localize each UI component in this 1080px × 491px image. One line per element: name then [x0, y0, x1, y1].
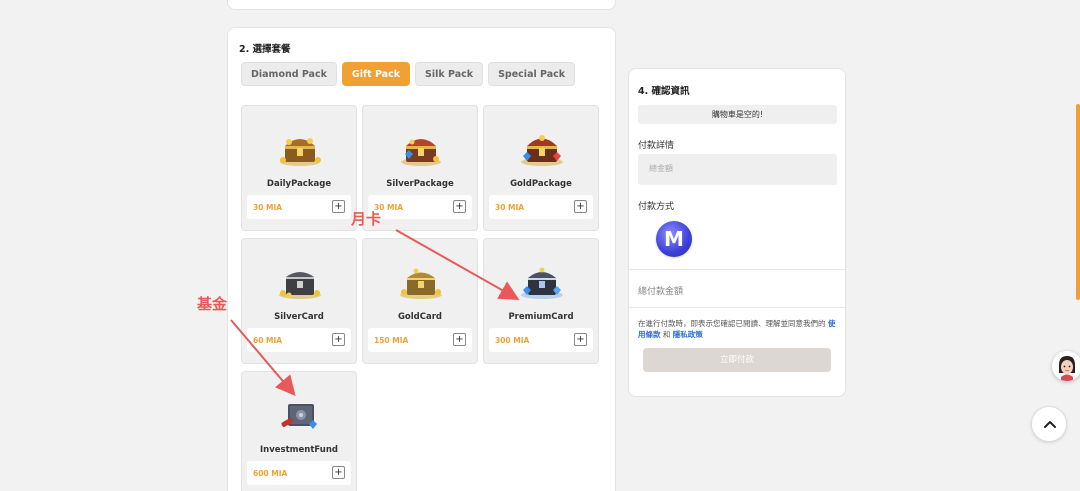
package-name: PremiumCard — [508, 312, 574, 322]
terms-and: 和 — [662, 330, 671, 339]
divider — [629, 307, 845, 308]
package-selection-card: 2. 選擇套餐 Diamond Pack Gift Pack Silk Pack… — [227, 27, 616, 491]
section-title: 2. 選擇套餐 — [239, 44, 291, 55]
buy-row: 150 MIA + — [368, 328, 472, 352]
package-price: 150 MIA — [374, 336, 409, 345]
buy-row: 60 MIA + — [247, 328, 351, 352]
support-avatar-button[interactable] — [1052, 351, 1080, 381]
add-to-cart-button[interactable]: + — [574, 200, 587, 213]
package-name: GoldCard — [397, 312, 443, 322]
tab-gift-pack[interactable]: Gift Pack — [341, 62, 411, 86]
terms-text: 在進行付款時，即表示您確認已閱讀、理解並同意我們的 使用條款 和 隱私政策 — [638, 318, 838, 340]
avatar-icon — [1052, 351, 1080, 381]
confirm-info-card: 4. 確認資訊 購物車是空的! 付款詳情 總金額 付款方式 M 總付款金額 在進… — [628, 68, 846, 397]
privacy-policy-link[interactable]: 隱私政策 — [673, 330, 703, 339]
package-name: SilverCard — [274, 312, 324, 322]
terms-prefix: 在進行付款時，即表示您確認已閱讀、理解並同意我們的 — [638, 319, 826, 328]
scroll-to-top-button[interactable] — [1031, 406, 1067, 442]
cart-empty-message: 購物車是空的! — [638, 105, 837, 124]
package-card-silvercard[interactable]: SilverCard 60 MIA + — [241, 238, 357, 364]
silver-chest-icon — [279, 272, 321, 299]
divider — [629, 269, 845, 270]
package-name: GoldPackage — [510, 179, 572, 189]
previous-section-card — [227, 0, 616, 10]
buy-row: 600 MIA + — [247, 461, 351, 485]
buy-row: 30 MIA + — [368, 195, 472, 219]
investment-safe-icon — [281, 404, 317, 429]
package-name: SilverPackage — [386, 179, 454, 189]
gold-chest-icon — [400, 268, 442, 299]
treasure-chest-gems-icon — [401, 139, 441, 166]
add-to-cart-button[interactable]: + — [453, 333, 466, 346]
package-card-daily[interactable]: DailyPackage 30 MIA + — [241, 105, 357, 231]
treasure-chest-gold-icon — [280, 138, 321, 166]
package-name: InvestmentFund — [260, 445, 338, 455]
package-card-gold[interactable]: GoldPackage 30 MIA + — [483, 105, 599, 231]
scrollbar-thumb[interactable] — [1076, 104, 1080, 300]
mia-payment-icon[interactable]: M — [656, 221, 692, 257]
package-price: 30 MIA — [253, 203, 283, 212]
chevron-up-icon — [1044, 421, 1056, 428]
add-to-cart-button[interactable]: + — [332, 466, 345, 479]
total-amount-box: 總金額 — [638, 154, 837, 185]
package-card-goldcard[interactable]: GoldCard 150 MIA + — [362, 238, 478, 364]
buy-row: 30 MIA + — [247, 195, 351, 219]
treasure-chest-jewels-icon — [521, 135, 563, 166]
payment-details-label: 付款詳情 — [638, 141, 675, 151]
package-tabs: Diamond Pack Gift Pack Silk Pack Special… — [241, 62, 576, 86]
payment-method-label: 付款方式 — [638, 202, 675, 212]
annotation-monthly-card: 月卡 — [351, 210, 382, 228]
add-to-cart-button[interactable]: + — [574, 333, 587, 346]
premium-chest-icon — [521, 267, 563, 299]
tab-special-pack[interactable]: Special Pack — [488, 62, 576, 86]
tab-silk-pack[interactable]: Silk Pack — [415, 62, 484, 86]
buy-row: 300 MIA + — [489, 328, 593, 352]
package-price: 600 MIA — [253, 469, 288, 478]
add-to-cart-button[interactable]: + — [332, 200, 345, 213]
package-price: 60 MIA — [253, 336, 283, 345]
annotation-fund: 基金 — [197, 295, 228, 313]
pay-now-button[interactable]: 立即付款 — [643, 348, 831, 372]
package-card-premiumcard[interactable]: PremiumCard 300 MIA + — [483, 238, 599, 364]
package-card-investmentfund[interactable]: InvestmentFund 600 MIA + — [241, 371, 357, 491]
package-price: 30 MIA — [495, 203, 525, 212]
total-amount-placeholder: 總金額 — [649, 164, 673, 173]
package-price: 300 MIA — [495, 336, 530, 345]
section-title: 4. 確認資訊 — [638, 86, 690, 97]
add-to-cart-button[interactable]: + — [332, 333, 345, 346]
tab-diamond-pack[interactable]: Diamond Pack — [241, 62, 337, 86]
total-payment-label: 總付款金額 — [638, 287, 684, 297]
package-name: DailyPackage — [266, 179, 332, 189]
add-to-cart-button[interactable]: + — [453, 200, 466, 213]
buy-row: 30 MIA + — [489, 195, 593, 219]
